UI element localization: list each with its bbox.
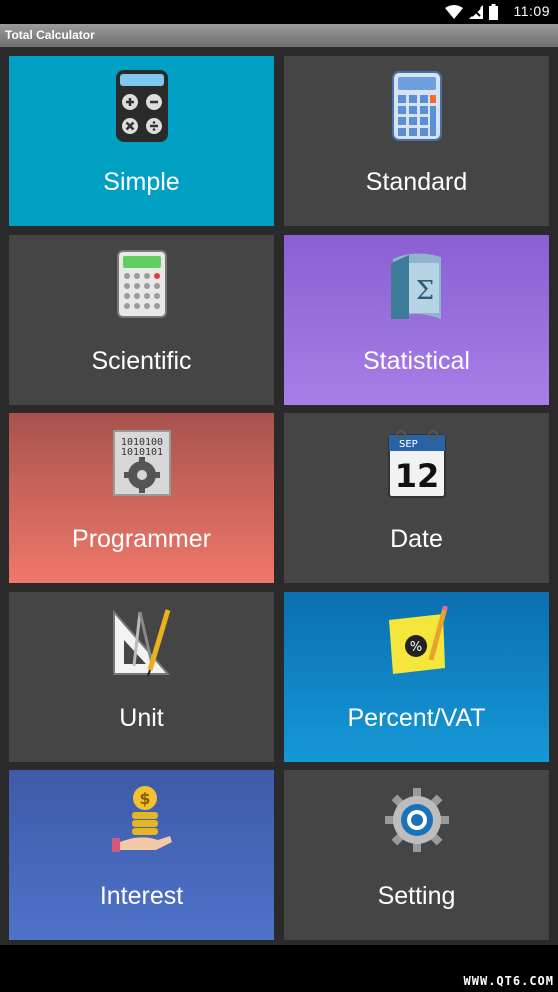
watermark: WWW.QT6.COM bbox=[463, 974, 554, 988]
tile-interest[interactable]: $ Interest bbox=[9, 770, 274, 940]
tile-scientific[interactable]: Scientific bbox=[9, 235, 274, 405]
percent-note-icon: % bbox=[388, 606, 447, 674]
calculator-operators-icon bbox=[115, 70, 168, 142]
app-title: Total Calculator bbox=[5, 28, 95, 42]
app-title-bar: Total Calculator bbox=[0, 24, 558, 48]
battery-icon bbox=[489, 4, 498, 20]
ruler-compass-icon bbox=[112, 609, 170, 677]
tile-setting[interactable]: Setting bbox=[284, 770, 549, 940]
tile-label: Simple bbox=[103, 168, 180, 196]
tile-label: Statistical bbox=[363, 347, 470, 375]
tile-label: Standard bbox=[365, 168, 468, 196]
tile-label: Interest bbox=[99, 882, 184, 910]
tile-label: Setting bbox=[377, 882, 456, 910]
dollar-symbol: $ bbox=[139, 789, 150, 808]
tile-label: Unit bbox=[119, 704, 164, 732]
calculator-grid: Simple Standard Scientific Σ Statistical… bbox=[0, 47, 558, 945]
svg-text:Σ: Σ bbox=[415, 276, 433, 306]
binary-gear-icon: 1010100 1010101 bbox=[112, 430, 171, 496]
keypad-calculator-icon bbox=[391, 71, 442, 141]
tile-unit[interactable]: Unit bbox=[9, 592, 274, 762]
gear-icon bbox=[384, 788, 449, 852]
tile-programmer[interactable]: 1010100 1010101 Programmer bbox=[9, 413, 274, 583]
coins-hand-icon: $ bbox=[111, 786, 172, 852]
tile-label: Scientific bbox=[91, 347, 192, 375]
status-bar: 11:09 bbox=[0, 0, 558, 24]
bottom-bar: WWW.QT6.COM bbox=[0, 945, 558, 992]
tile-standard[interactable]: Standard bbox=[284, 56, 549, 226]
calendar-icon: SEP 12 bbox=[387, 430, 446, 498]
tile-label: Programmer bbox=[72, 525, 211, 553]
signal-icon bbox=[469, 5, 483, 19]
tile-label: Percent/VAT bbox=[347, 704, 486, 732]
tile-statistical[interactable]: Σ Statistical bbox=[284, 235, 549, 405]
tile-simple[interactable]: Simple bbox=[9, 56, 274, 226]
tile-percent-vat[interactable]: % Percent/VAT bbox=[284, 592, 549, 762]
sigma-document-icon: Σ bbox=[390, 253, 441, 319]
wifi-icon bbox=[445, 5, 463, 19]
tile-date[interactable]: SEP 12 Date bbox=[284, 413, 549, 583]
scientific-calculator-icon bbox=[116, 250, 167, 318]
tile-label: Date bbox=[390, 525, 443, 553]
calendar-month: SEP bbox=[399, 439, 418, 450]
status-icons bbox=[445, 4, 498, 20]
status-time: 11:09 bbox=[513, 3, 550, 19]
calendar-day: 12 bbox=[394, 457, 439, 495]
svg-text:1010101: 1010101 bbox=[120, 447, 162, 458]
percent-symbol: % bbox=[409, 640, 421, 655]
